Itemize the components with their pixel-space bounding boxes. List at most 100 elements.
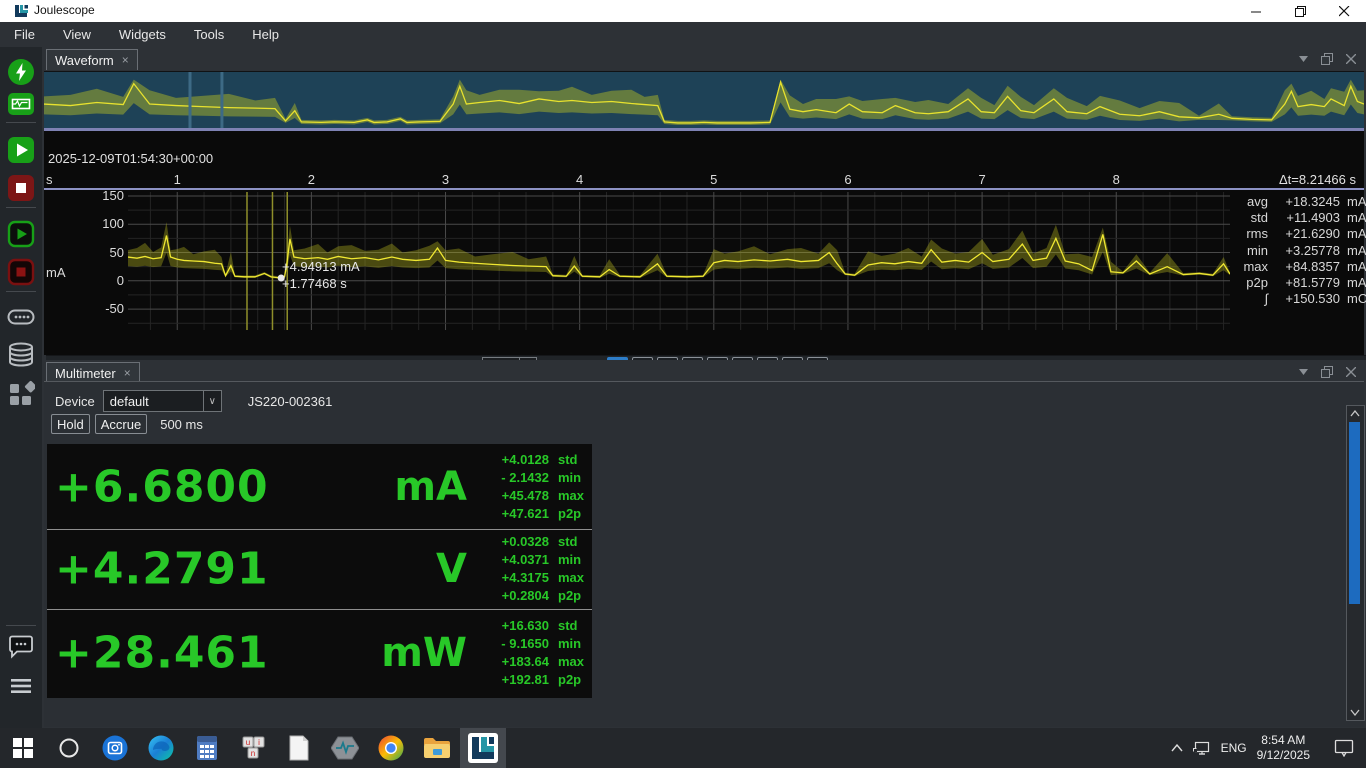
taskbar-app-camera[interactable] (92, 728, 138, 768)
dock-float-icon[interactable] (1320, 365, 1334, 379)
menu-item-widgets[interactable]: Widgets (105, 22, 180, 47)
dock-close-icon[interactable] (1344, 52, 1358, 66)
tray-date: 9/12/2025 (1257, 748, 1310, 763)
waveform-panel: Waveform × 2025-12-09T01:54:30+00:00 s Δ… (42, 47, 1366, 358)
tab-waveform[interactable]: Waveform × (46, 49, 138, 70)
sidebar-database-icon[interactable] (7, 341, 35, 369)
menu-item-help[interactable]: Help (238, 22, 293, 47)
sidebar-menu-icon[interactable] (7, 672, 35, 700)
reading-block-V: +4.2791V+0.0328std+4.0371min+4.3175max+0… (47, 529, 592, 609)
device-serial: JS220-002361 (248, 394, 333, 409)
close-button[interactable] (1322, 0, 1366, 22)
reading-stat-min: - 2.1432min (476, 469, 588, 487)
reading-stat-std: +0.0328std (476, 533, 588, 551)
waveform-content: 2025-12-09T01:54:30+00:00 s Δt=8.21466 s… (44, 70, 1364, 379)
hold-button[interactable]: Hold (51, 414, 90, 434)
taskbar-app-explorer[interactable] (414, 728, 460, 768)
taskbar-app-device-tool[interactable] (322, 728, 368, 768)
chart-stats-panel: avg+18.3245mAstd+11.4903mArms+21.6290mAm… (1234, 194, 1366, 307)
taskbar-app-search[interactable] (46, 728, 92, 768)
system-tray: ENG 8:54 AM 9/12/2025 (1171, 728, 1366, 768)
sidebar-play-icon[interactable] (7, 136, 35, 164)
reading-stats: +0.0328std+4.0371min+4.3175max+0.2804p2p (476, 533, 588, 605)
x-tick-label: 6 (828, 172, 868, 187)
sidebar-record-stop-icon[interactable] (7, 258, 35, 286)
x-tick-label: 5 (694, 172, 734, 187)
svg-text:i: i (258, 738, 260, 747)
tray-time: 8:54 AM (1257, 733, 1310, 748)
taskbar-app-start[interactable] (0, 728, 46, 768)
y-axis-unit: mA (46, 265, 66, 280)
stat-row-min: min+3.25778mA (1234, 243, 1366, 259)
scroll-down-icon[interactable] (1347, 705, 1362, 720)
interval-label: 500 ms (160, 417, 203, 432)
taskbar-app-calculator[interactable] (184, 728, 230, 768)
y-tick-label: -50 (86, 301, 124, 316)
sidebar-record-play-icon[interactable] (7, 220, 35, 248)
x-tick-label: 3 (426, 172, 466, 187)
tab-multimeter-label: Multimeter (55, 366, 116, 381)
sidebar-display-icon[interactable] (7, 90, 35, 118)
taskbar-app-unikey[interactable]: uin (230, 728, 276, 768)
taskbar: uin (0, 728, 1366, 768)
chart-cursor-annotation: +4.94913 mA +1.77468 s (282, 258, 360, 292)
dock-menu-icon[interactable] (1296, 365, 1310, 379)
y-tick-label: 0 (86, 273, 124, 288)
svg-text:n: n (251, 749, 255, 758)
dock-float-icon[interactable] (1320, 52, 1334, 66)
menu-item-file[interactable]: File (0, 22, 49, 47)
sidebar-power-icon[interactable] (7, 58, 35, 86)
stat-row-avg: avg+18.3245mA (1234, 194, 1366, 210)
reading-unit: mW (297, 630, 467, 676)
network-icon[interactable] (1193, 740, 1211, 756)
waveform-chart-zone: 2025-12-09T01:54:30+00:00 s Δt=8.21466 s… (44, 131, 1364, 355)
reading-value: +4.2791 (55, 544, 269, 595)
chevron-down-icon: ∨ (203, 391, 221, 411)
tab-waveform-label: Waveform (55, 53, 114, 68)
delta-t-label: Δt=8.21466 s (1279, 172, 1356, 187)
reading-value: +28.461 (55, 628, 269, 679)
sidebar-chat-icon[interactable] (7, 632, 35, 660)
sidebar-device-pill-icon[interactable] (7, 303, 35, 331)
device-select[interactable]: default ∨ (103, 390, 222, 412)
tray-language[interactable]: ENG (1221, 741, 1247, 755)
reading-unit: mA (297, 464, 467, 510)
reading-stat-p2p: +47.621p2p (476, 505, 588, 523)
cursor-value: +4.94913 mA (282, 258, 360, 275)
reading-stat-p2p: +192.81p2p (476, 671, 588, 689)
reading-stat-std: +16.630std (476, 617, 588, 635)
taskbar-app-joulescope[interactable] (460, 728, 506, 768)
reading-stat-std: +4.0128std (476, 451, 588, 469)
sidebar-widgets-icon[interactable] (7, 380, 35, 408)
dock-menu-icon[interactable] (1296, 52, 1310, 66)
menu-item-view[interactable]: View (49, 22, 105, 47)
stat-row-∫: ∫+150.530mC (1234, 291, 1366, 307)
notification-icon[interactable] (1334, 739, 1354, 757)
scrollbar-thumb[interactable] (1349, 422, 1360, 604)
accrue-button[interactable]: Accrue (95, 414, 147, 434)
taskbar-app-edge[interactable] (138, 728, 184, 768)
x-tick-label: 8 (1096, 172, 1136, 187)
restore-button[interactable] (1278, 0, 1322, 22)
minimize-button[interactable] (1234, 0, 1278, 22)
tab-multimeter[interactable]: Multimeter × (46, 362, 140, 383)
dock-close-icon[interactable] (1344, 365, 1358, 379)
tab-waveform-close-icon[interactable]: × (122, 53, 129, 67)
waveform-overview-chart[interactable] (44, 71, 1364, 129)
taskbar-app-chrome[interactable] (368, 728, 414, 768)
title-bar: Joulescope (0, 0, 1366, 22)
menu-item-tools[interactable]: Tools (180, 22, 238, 47)
scroll-up-icon[interactable] (1347, 406, 1362, 421)
reading-stat-max: +183.64max (476, 653, 588, 671)
vertical-scrollbar[interactable] (1346, 405, 1365, 721)
taskbar-app-notepad[interactable] (276, 728, 322, 768)
tab-multimeter-close-icon[interactable]: × (124, 366, 131, 380)
x-tick-label: 2 (291, 172, 331, 187)
sidebar-stop-icon[interactable] (7, 174, 35, 202)
app-logo-icon (14, 4, 28, 18)
tray-chevron-up-icon[interactable] (1171, 744, 1183, 752)
stat-row-p2p: p2p+81.5779mA (1234, 275, 1366, 291)
tray-clock[interactable]: 8:54 AM 9/12/2025 (1257, 733, 1310, 763)
axis-separator (44, 188, 1364, 190)
sidebar-divider (6, 122, 36, 123)
